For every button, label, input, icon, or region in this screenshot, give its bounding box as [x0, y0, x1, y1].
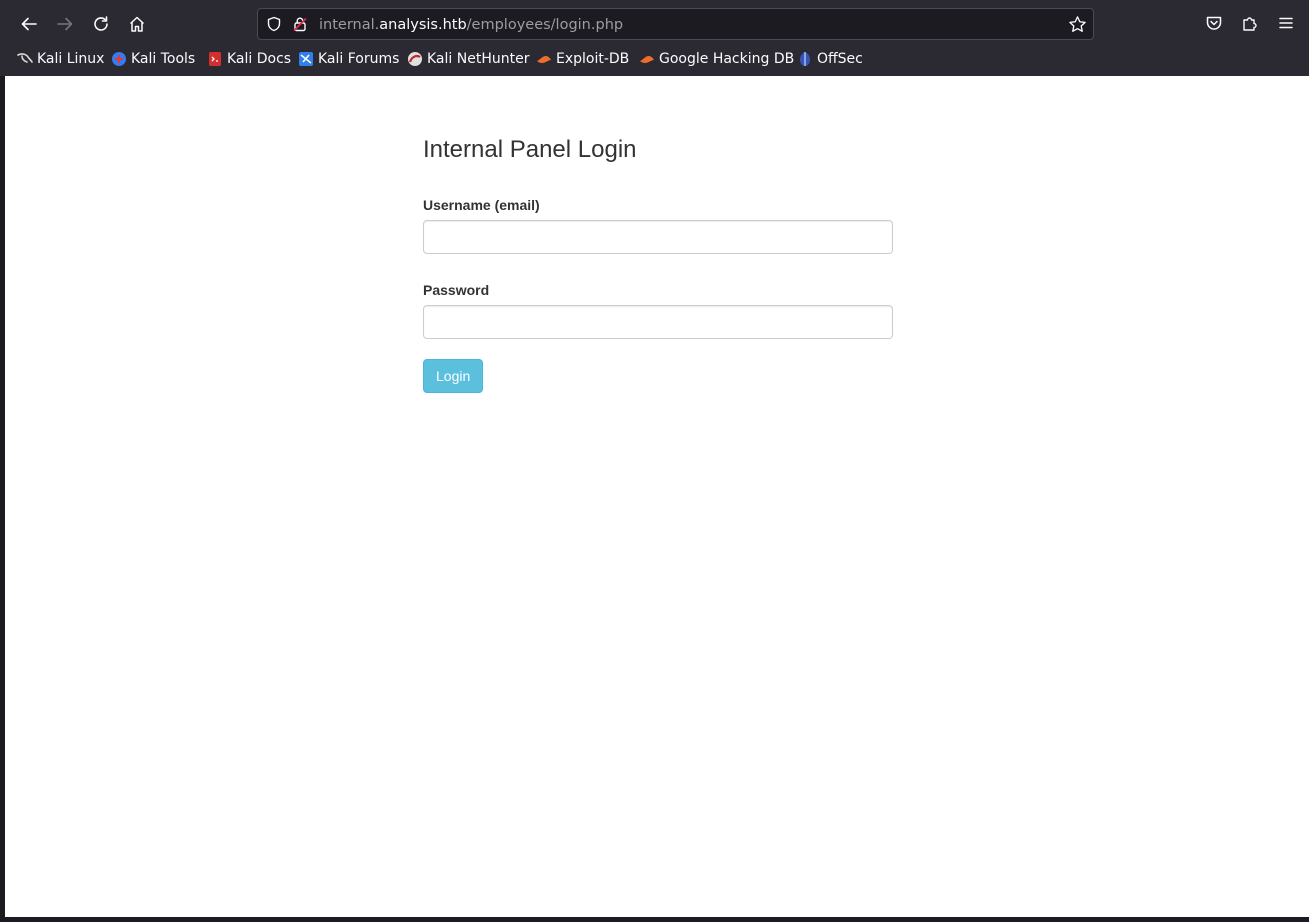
forward-button[interactable]: [49, 8, 81, 40]
bookmark-label: Kali Linux: [37, 51, 105, 67]
reload-icon: [94, 16, 108, 31]
url-path: /employees/login.php: [466, 17, 624, 33]
pocket-icon[interactable]: [1205, 14, 1223, 32]
bookmark-kali-nethunter[interactable]: Kali NetHunter: [407, 49, 529, 69]
bookmark-label: Google Hacking DB: [659, 51, 795, 67]
hamburger-menu-icon[interactable]: [1277, 14, 1295, 32]
exploit-db-icon: [537, 56, 551, 63]
reload-button[interactable]: [85, 8, 117, 40]
home-icon: [129, 16, 145, 32]
username-input[interactable]: [423, 220, 893, 254]
bookmark-exploit-db[interactable]: Exploit-DB: [536, 49, 629, 69]
bookmark-offsec[interactable]: OffSec: [797, 49, 863, 69]
bookmark-kali-tools[interactable]: Kali Tools: [111, 49, 195, 69]
password-label: Password: [423, 282, 490, 298]
bookmark-label: OffSec: [817, 51, 863, 67]
username-group: Username (email): [423, 196, 893, 254]
bookmark-kali-forums[interactable]: Kali Forums: [298, 49, 399, 69]
url-host: analysis.htb: [379, 17, 467, 33]
page-viewport: Internal Panel Login Username (email) Pa…: [5, 76, 1309, 917]
bookmark-label: Kali Docs: [227, 51, 292, 67]
bookmark-label: Kali Forums: [318, 51, 400, 67]
bookmark-label: Exploit-DB: [556, 51, 630, 67]
login-button[interactable]: Login: [423, 359, 484, 393]
bookmark-google-hacking-db[interactable]: Google Hacking DB: [639, 49, 794, 69]
kali-nethunter-icon: [408, 52, 422, 66]
offsec-icon: [800, 52, 810, 66]
url-text[interactable]: internal.analysis.htb/employees/login.ph…: [319, 16, 623, 34]
bookmark-star-icon[interactable]: [1068, 15, 1087, 34]
username-label: Username (email): [423, 197, 540, 213]
password-input[interactable]: [423, 305, 893, 339]
address-bar[interactable]: internal.analysis.htb/employees/login.ph…: [257, 8, 1094, 40]
arrow-left-icon: [21, 17, 37, 31]
insecure-lock-icon[interactable]: [292, 16, 308, 32]
kali-docs-icon: [209, 52, 221, 66]
browser-toolbar: internal.analysis.htb/employees/login.ph…: [0, 0, 1309, 76]
back-button[interactable]: [13, 8, 45, 40]
bookmark-kali-linux[interactable]: Kali Linux: [17, 49, 104, 69]
kali-forums-icon: [299, 52, 313, 66]
bookmark-label: Kali Tools: [131, 51, 196, 67]
page-title: Internal Panel Login: [423, 136, 637, 163]
ghdb-icon: [640, 56, 654, 63]
bookmark-label: Kali NetHunter: [427, 51, 530, 67]
extensions-puzzle-icon[interactable]: [1241, 14, 1259, 32]
bookmark-kali-docs[interactable]: Kali Docs: [207, 49, 291, 69]
kali-tools-icon: [112, 52, 126, 66]
bookmarks-toolbar: Kali Linux Kali Tools Kali Docs Kali For…: [0, 44, 1309, 74]
password-group: Password: [423, 281, 893, 339]
tracking-shield-icon[interactable]: [266, 16, 282, 32]
url-prefix: internal.: [319, 17, 380, 33]
home-button[interactable]: [121, 8, 153, 40]
login-form: Internal Panel Login Username (email) Pa…: [423, 136, 893, 393]
arrow-right-icon: [57, 17, 73, 31]
kali-dragon-icon: [17, 53, 33, 63]
